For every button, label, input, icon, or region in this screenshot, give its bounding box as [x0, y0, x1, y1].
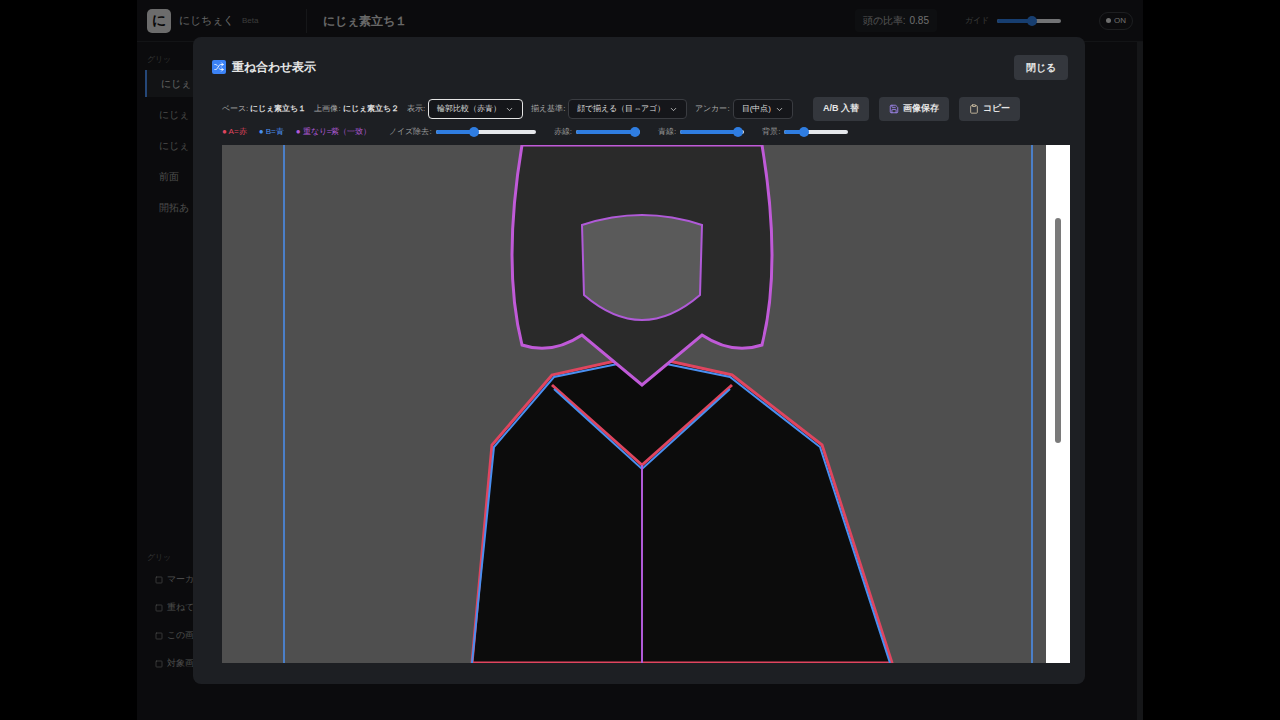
select-label: 揃え基準:	[531, 103, 565, 115]
chevron-icon	[775, 105, 784, 114]
toolbar: ベース: にじぇ素立ち１ 上画像: にじぇ素立ち２ 表示:輪郭比較（赤青） 揃え基準:…	[222, 97, 1070, 121]
legend-row: ● A=赤 ● B=青 ● 重なり=紫（一致） ノイズ除去: 赤線: 青線: 背景:	[222, 123, 1070, 141]
slider-label: 青線:	[658, 126, 676, 138]
toolbar-button[interactable]: 画像保存	[879, 97, 949, 121]
canvas-scrollbar[interactable]	[1046, 145, 1070, 663]
overlay-figure-icon	[222, 145, 1046, 663]
slider[interactable]	[436, 127, 536, 137]
select[interactable]: 輪郭比較（赤青）	[428, 99, 523, 119]
chevron-icon	[669, 105, 678, 114]
select-label: アンカー:	[695, 103, 729, 115]
toolbar-button[interactable]: A/B 入替	[813, 97, 869, 121]
top-label: 上画像: にじぇ素立ち２	[314, 103, 398, 115]
modal-title: 重ね合わせ表示	[232, 58, 316, 76]
slider-label: 赤線:	[554, 126, 572, 138]
select[interactable]: 目(中点)	[733, 99, 793, 119]
close-button[interactable]: 閉じる	[1014, 55, 1068, 80]
base-label: ベース: にじぇ素立ち１	[222, 103, 306, 115]
save-icon	[889, 104, 899, 114]
slider[interactable]	[784, 127, 848, 137]
slider[interactable]	[680, 127, 744, 137]
screen: ににじちぇくBetaにじぇ素立ち１頭の比率:0.85ガイドONグリッにじぇにじぇ…	[0, 0, 1280, 720]
slider[interactable]	[576, 127, 640, 137]
select[interactable]: 顔で揃える（目⇔アゴ）	[568, 99, 687, 119]
overlay-modal: 重ね合わせ表示 閉じるベース: にじぇ素立ち１ 上画像: にじぇ素立ち２ 表示:輪郭比…	[193, 37, 1085, 684]
chevron-icon	[505, 105, 514, 114]
legend-item: ● B=青	[259, 126, 284, 138]
legend-item: ● A=赤	[222, 126, 247, 138]
overlay-canvas	[222, 145, 1046, 663]
shuffle-icon	[212, 60, 226, 74]
clipboard-icon	[969, 104, 979, 114]
legend-item: ● 重なり=紫（一致）	[296, 126, 372, 138]
toolbar-button[interactable]: コピー	[959, 97, 1020, 121]
select-label: 表示:	[407, 103, 425, 115]
slider-label: ノイズ除去:	[389, 126, 431, 138]
slider-label: 背景:	[762, 126, 780, 138]
